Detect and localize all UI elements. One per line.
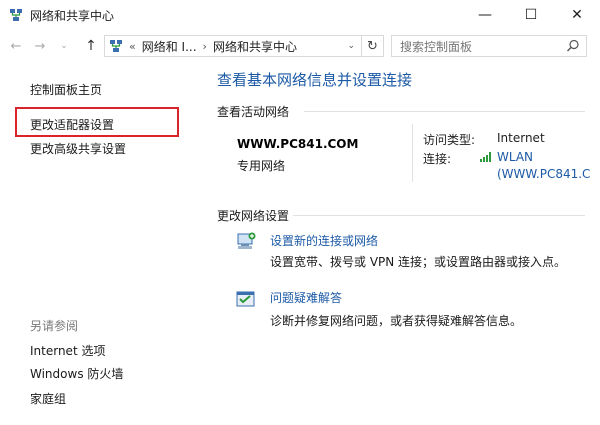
network-center-icon bbox=[110, 40, 122, 52]
breadcrumb-item[interactable]: 网络和共享中心 bbox=[213, 38, 297, 55]
connection-label: 连接: bbox=[423, 152, 452, 166]
address-toolbar: ← → ⌄ ↑ « 网络和 I... › 网络和共享中心 ⌄ ↻ 搜索控制面板 bbox=[0, 32, 600, 60]
network-setup-icon bbox=[237, 232, 256, 249]
page-title: 查看基本网络信息并设置连接 bbox=[217, 71, 413, 89]
see-also-windows-firewall[interactable]: Windows 防火墙 bbox=[30, 365, 123, 382]
back-button[interactable]: ← bbox=[7, 36, 25, 56]
search-input[interactable]: 搜索控制面板 bbox=[391, 35, 587, 57]
troubleshoot-description: 诊断并修复网络问题，或者获得疑难解答信息。 bbox=[270, 314, 523, 328]
see-also-heading: 另请参阅 bbox=[30, 319, 79, 333]
access-type-label: 访问类型: bbox=[423, 133, 476, 147]
sidebar-item-change-adapter-settings[interactable]: 更改适配器设置 bbox=[30, 116, 114, 133]
wlan-connection-link[interactable]: WLAN bbox=[497, 150, 533, 164]
overflow-chevron[interactable]: « bbox=[129, 40, 136, 53]
troubleshoot-link[interactable]: 问题疑难解答 bbox=[270, 289, 342, 306]
change-settings-heading: 更改网络设置 bbox=[217, 209, 290, 223]
troubleshoot-icon bbox=[236, 291, 255, 307]
maximize-button[interactable]: ☐ bbox=[508, 0, 554, 30]
sidebar-item-advanced-sharing[interactable]: 更改高级共享设置 bbox=[30, 140, 126, 157]
up-button[interactable]: ↑ bbox=[82, 36, 100, 56]
section-divider bbox=[304, 111, 585, 112]
search-icon[interactable] bbox=[566, 39, 580, 53]
minimize-button[interactable]: — bbox=[462, 0, 508, 30]
see-also-homegroup[interactable]: 家庭组 bbox=[30, 390, 66, 407]
wifi-signal-icon bbox=[480, 152, 491, 162]
recent-locations-dropdown[interactable]: ⌄ bbox=[55, 36, 73, 56]
setup-new-connection-link[interactable]: 设置新的连接或网络 bbox=[270, 232, 378, 249]
address-dropdown-icon[interactable]: ⌄ bbox=[347, 41, 355, 51]
wlan-connection-link-ssid[interactable]: (WWW.PC841.C bbox=[497, 167, 590, 181]
sidebar-item-control-panel-home[interactable]: 控制面板主页 bbox=[30, 81, 102, 98]
active-networks-heading: 查看活动网络 bbox=[217, 105, 290, 119]
network-center-icon bbox=[10, 9, 22, 21]
see-also-internet-options[interactable]: Internet 选项 bbox=[30, 342, 105, 359]
refresh-button[interactable]: ↻ bbox=[362, 35, 384, 57]
vertical-divider bbox=[412, 124, 413, 182]
forward-button[interactable]: → bbox=[31, 36, 49, 56]
setup-new-connection-description: 设置宽带、拨号或 VPN 连接；或设置路由器或接入点。 bbox=[270, 255, 567, 269]
address-bar[interactable]: « 网络和 I... › 网络和共享中心 ⌄ bbox=[104, 35, 362, 57]
title-bar: 网络和共享中心 — ☐ ✕ bbox=[0, 0, 600, 30]
breadcrumb-item[interactable]: 网络和 I... bbox=[142, 38, 197, 55]
close-button[interactable]: ✕ bbox=[554, 0, 600, 30]
search-placeholder: 搜索控制面板 bbox=[400, 39, 473, 54]
access-type-value: Internet bbox=[497, 131, 545, 145]
section-divider bbox=[293, 215, 585, 216]
window-title: 网络和共享中心 bbox=[30, 9, 115, 23]
network-name: WWW.PC841.COM bbox=[237, 137, 359, 151]
breadcrumb-separator-icon[interactable]: › bbox=[203, 40, 207, 53]
network-type-link[interactable]: 专用网络 bbox=[237, 157, 285, 174]
